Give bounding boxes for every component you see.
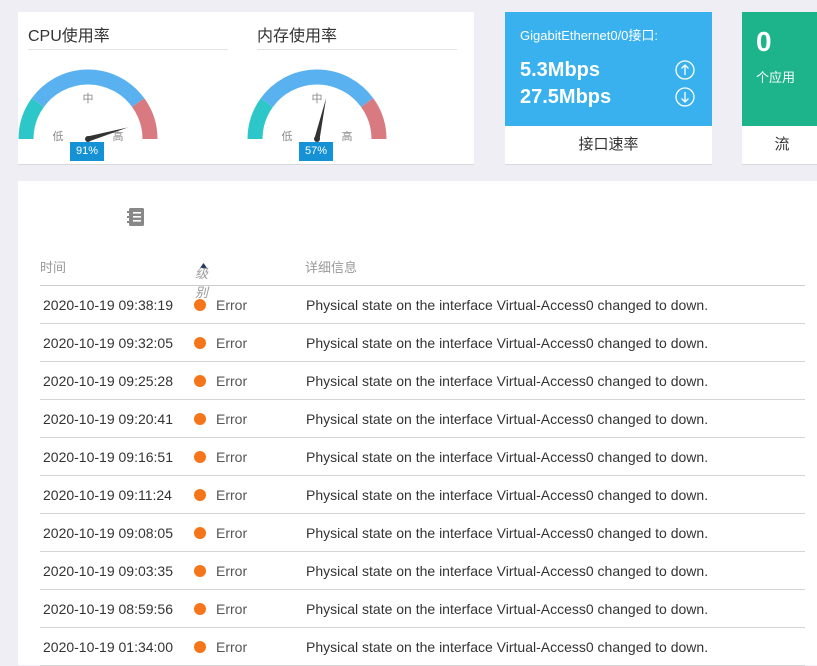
log-table-body: 2020-10-19 09:38:19 Error Physical state o… — [40, 286, 805, 666]
log-level: Error — [216, 373, 248, 389]
memory-gauge-dial: 中 低 高 — [247, 69, 387, 143]
notebook-icon[interactable] — [126, 207, 146, 227]
log-panel: 时间 级别 详细信息 2020-10-19 09:38:19 Error Physi… — [18, 181, 817, 666]
cpu-gauge-title: CPU使用率 — [28, 28, 110, 45]
gauge-low-label: 低 — [282, 130, 293, 143]
gauge-mid-label: 中 — [312, 92, 323, 105]
interface-speed-card[interactable]: GigabitEthernet0/0接口: 5.3Mbps 27.5Mbps 接… — [505, 12, 712, 165]
log-level: Error — [216, 601, 248, 617]
log-level: Error — [216, 563, 248, 579]
log-message: Physical state on the interface Virtual-… — [306, 411, 709, 427]
app-count-label: 个应用 — [756, 70, 796, 85]
memory-gauge-title: 内存使用率 — [257, 28, 338, 45]
cpu-gauge-dial: 中 低 高 — [18, 69, 158, 143]
arrow-up-circle-icon — [675, 60, 695, 80]
usage-gauges-card: CPU使用率 中 低 高 91% 内存使用率 中 低 高 57% — [18, 12, 474, 165]
log-level: Error — [216, 487, 248, 503]
log-message: Physical state on the interface Virtual-… — [306, 449, 709, 465]
gauge-low-band — [247, 98, 274, 140]
app-count: 0 — [756, 26, 772, 57]
table-row[interactable]: 2020-10-19 09:25:28 Error Physical state o… — [40, 362, 805, 400]
log-level: Error — [216, 639, 248, 655]
log-time: 2020-10-19 09:11:24 — [43, 487, 172, 503]
log-message: Physical state on the interface Virtual-… — [306, 601, 709, 617]
error-level-dot — [194, 527, 206, 539]
log-level: Error — [216, 297, 248, 313]
table-row[interactable]: 2020-10-19 09:20:41 Error Physical state o… — [40, 400, 805, 438]
log-time: 2020-10-19 01:34:00 — [43, 639, 173, 655]
cpu-value-badge: 91% — [70, 142, 104, 161]
interface-speed-footer-link[interactable]: 接口速率 — [505, 126, 712, 164]
log-time: 2020-10-19 09:25:28 — [43, 373, 173, 389]
table-row[interactable]: 2020-10-19 09:16:51 Error Physical state o… — [40, 438, 805, 476]
table-row[interactable]: 2020-10-19 01:34:00 Error Physical state o… — [40, 628, 805, 666]
table-row[interactable]: 2020-10-19 09:11:24 Error Physical state o… — [40, 476, 805, 514]
apps-footer-link[interactable]: 流 — [742, 126, 817, 164]
gauge-low-label: 低 — [53, 130, 64, 143]
log-time: 2020-10-19 09:38:19 — [43, 297, 173, 313]
column-header-level[interactable]: 级别 — [195, 257, 208, 300]
log-message: Physical state on the interface Virtual-… — [306, 487, 709, 503]
log-level: Error — [216, 411, 248, 427]
table-row[interactable]: 2020-10-19 09:32:05 Error Physical state o… — [40, 324, 805, 362]
table-row[interactable]: 2020-10-19 09:03:35 Error Physical state o… — [40, 552, 805, 590]
gauge-low-band — [18, 98, 45, 140]
log-table-header: 时间 级别 详细信息 — [40, 251, 805, 300]
gauge-high-band — [131, 98, 158, 140]
download-speed: 27.5Mbps — [520, 86, 612, 108]
error-level-dot — [194, 375, 206, 387]
error-level-dot — [194, 565, 206, 577]
memory-gauge: 内存使用率 中 低 高 57% — [247, 12, 457, 164]
gauge-high-label: 高 — [342, 129, 353, 143]
interface-speed-panel: GigabitEthernet0/0接口: 5.3Mbps 27.5Mbps — [505, 12, 712, 126]
log-level: Error — [216, 525, 248, 541]
log-message: Physical state on the interface Virtual-… — [306, 639, 709, 655]
error-level-dot — [194, 489, 206, 501]
table-row[interactable]: 2020-10-19 09:38:19 Error Physical state o… — [40, 286, 805, 324]
gauge-mid-label: 中 — [83, 92, 94, 105]
log-time: 2020-10-19 09:32:05 — [43, 335, 173, 351]
column-header-detail[interactable]: 详细信息 — [305, 257, 357, 276]
log-message: Physical state on the interface Virtual-… — [306, 563, 709, 579]
error-level-dot — [194, 603, 206, 615]
table-row[interactable]: 2020-10-19 09:08:05 Error Physical state o… — [40, 514, 805, 552]
upload-speed: 5.3Mbps — [520, 59, 601, 81]
interface-name: GigabitEthernet0/0接口: — [520, 28, 659, 43]
log-time: 2020-10-19 09:08:05 — [43, 525, 173, 541]
error-level-dot — [194, 641, 206, 653]
apps-panel: 0 个应用 — [742, 12, 817, 126]
log-message: Physical state on the interface Virtual-… — [306, 525, 709, 541]
log-time: 2020-10-19 08:59:56 — [43, 601, 173, 617]
divider — [28, 49, 228, 50]
divider — [257, 49, 457, 50]
gauge-high-band — [360, 98, 387, 140]
log-message: Physical state on the interface Virtual-… — [306, 373, 709, 389]
error-level-dot — [194, 299, 206, 311]
arrow-down-circle-icon — [675, 87, 695, 107]
error-level-dot — [194, 337, 206, 349]
log-message: Physical state on the interface Virtual-… — [306, 297, 709, 313]
error-level-dot — [194, 451, 206, 463]
apps-card[interactable]: 0 个应用 流 — [742, 12, 817, 165]
log-time: 2020-10-19 09:16:51 — [43, 449, 173, 465]
log-level: Error — [216, 449, 248, 465]
memory-value-badge: 57% — [299, 142, 333, 161]
table-row[interactable]: 2020-10-19 08:59:56 Error Physical state o… — [40, 590, 805, 628]
cpu-gauge: CPU使用率 中 低 高 91% — [18, 12, 228, 164]
error-level-dot — [194, 413, 206, 425]
log-time: 2020-10-19 09:20:41 — [43, 411, 173, 427]
column-header-time[interactable]: 时间 — [40, 257, 66, 276]
log-level: Error — [216, 335, 248, 351]
log-time: 2020-10-19 09:03:35 — [43, 563, 173, 579]
log-message: Physical state on the interface Virtual-… — [306, 335, 709, 351]
